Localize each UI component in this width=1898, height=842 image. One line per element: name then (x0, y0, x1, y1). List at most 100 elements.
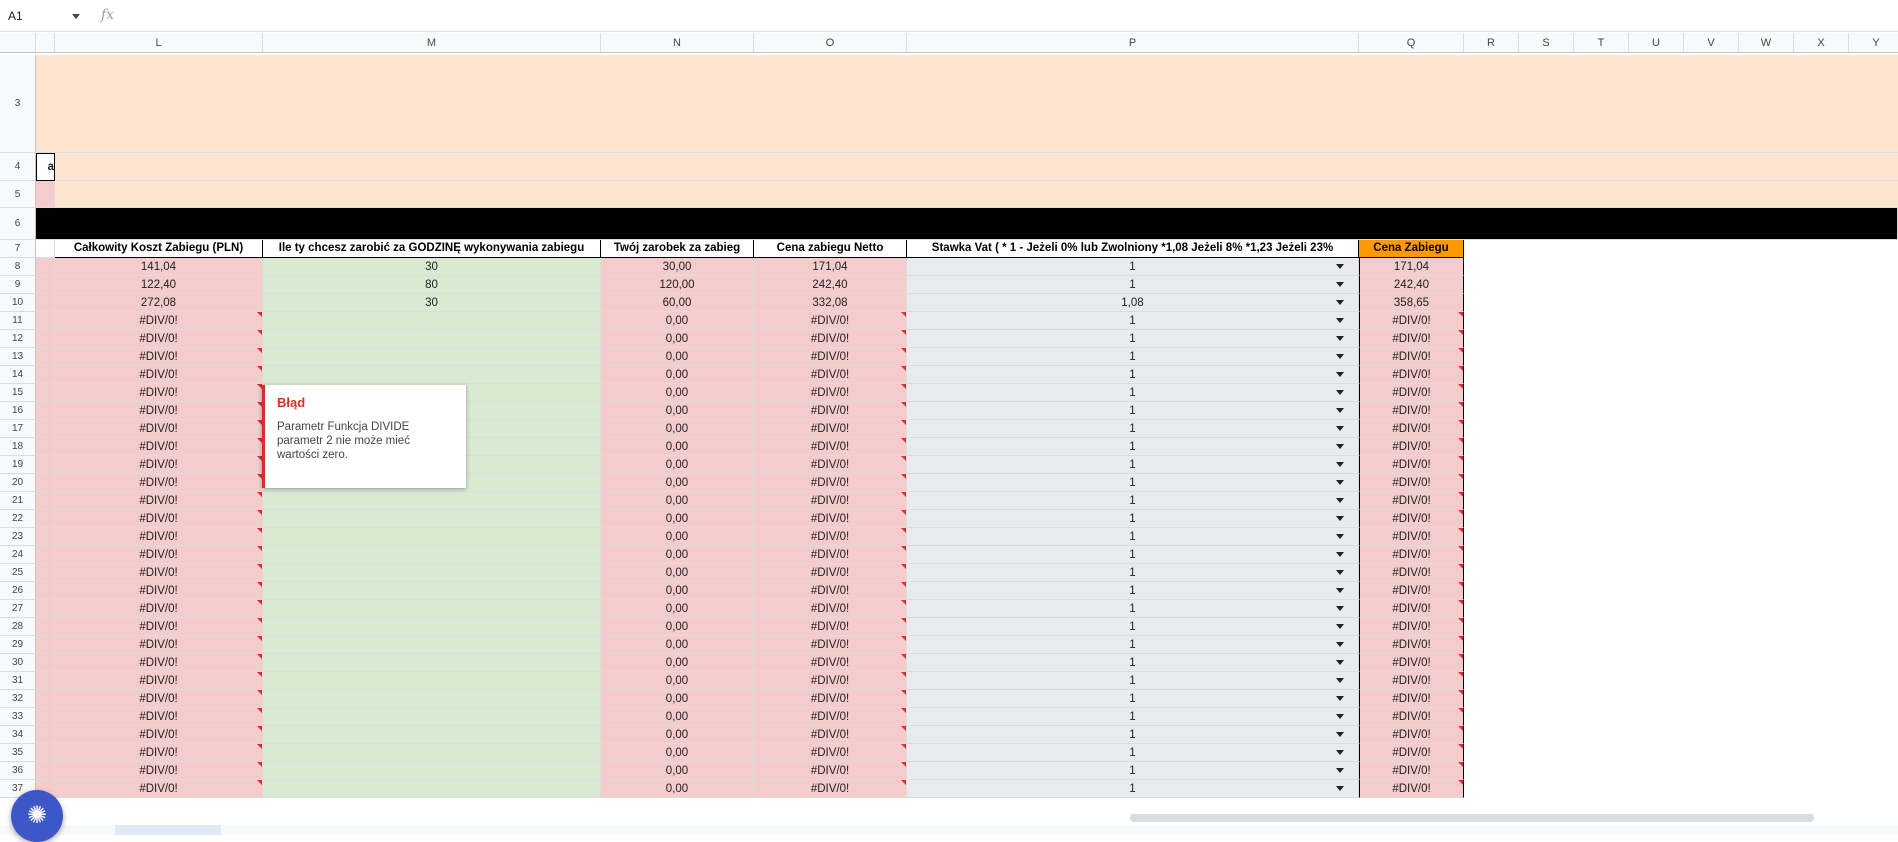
cell-O20[interactable]: #DIV/0! (754, 474, 907, 492)
cell-O9[interactable]: 242,40 (754, 276, 907, 294)
cell-P25[interactable]: 1 (907, 564, 1359, 582)
column-header-W[interactable]: W (1739, 33, 1794, 53)
row-7-column-K-cell[interactable] (36, 240, 55, 258)
row-header-30[interactable]: 30 (0, 654, 36, 672)
cell-Q27[interactable]: #DIV/0! (1359, 600, 1464, 618)
cell-O17[interactable]: #DIV/0! (754, 420, 907, 438)
dropdown-arrow-icon[interactable] (1336, 408, 1344, 413)
cell-L26[interactable]: #DIV/0! (55, 582, 263, 600)
column-header-N[interactable]: N (601, 33, 754, 53)
row-34-column-K-cell[interactable] (36, 726, 55, 744)
cell-P24[interactable]: 1 (907, 546, 1359, 564)
cell-P16[interactable]: 1 (907, 402, 1359, 420)
cell-L23[interactable]: #DIV/0! (55, 528, 263, 546)
cell-N22[interactable]: 0,00 (601, 510, 754, 528)
cell-M29[interactable] (263, 636, 601, 654)
cell-Q19[interactable]: #DIV/0! (1359, 456, 1464, 474)
cell-N25[interactable]: 0,00 (601, 564, 754, 582)
cell-O21[interactable]: #DIV/0! (754, 492, 907, 510)
cell-N13[interactable]: 0,00 (601, 348, 754, 366)
cell-N36[interactable]: 0,00 (601, 762, 754, 780)
column-header-L[interactable]: L (55, 33, 263, 53)
cell-O14[interactable]: #DIV/0! (754, 366, 907, 384)
cell-Q26[interactable]: #DIV/0! (1359, 582, 1464, 600)
cell-N26[interactable]: 0,00 (601, 582, 754, 600)
row-8-column-K-cell[interactable] (36, 258, 55, 276)
cell-L32[interactable]: #DIV/0! (55, 690, 263, 708)
cell-P36[interactable]: 1 (907, 762, 1359, 780)
dropdown-arrow-icon[interactable] (1336, 264, 1344, 269)
cell-M35[interactable] (263, 744, 601, 762)
column-header-M[interactable]: M (263, 33, 601, 53)
dropdown-arrow-icon[interactable] (1336, 696, 1344, 701)
cell-L21[interactable]: #DIV/0! (55, 492, 263, 510)
cell-N10[interactable]: 60,00 (601, 294, 754, 312)
dropdown-arrow-icon[interactable] (1336, 372, 1344, 377)
row-header-15[interactable]: 15 (0, 384, 36, 402)
dropdown-arrow-icon[interactable] (1336, 426, 1344, 431)
row-17-column-K-cell[interactable] (36, 420, 55, 438)
header-m[interactable]: Ile ty chcesz zarobić za GODZINĘ wykonyw… (263, 240, 601, 258)
row-20-column-K-cell[interactable] (36, 474, 55, 492)
cell-Q24[interactable]: #DIV/0! (1359, 546, 1464, 564)
cell-P17[interactable]: 1 (907, 420, 1359, 438)
cell-L22[interactable]: #DIV/0! (55, 510, 263, 528)
cell-N11[interactable]: 0,00 (601, 312, 754, 330)
row-header-13[interactable]: 13 (0, 348, 36, 366)
cell-O12[interactable]: #DIV/0! (754, 330, 907, 348)
column-header-V[interactable]: V (1684, 33, 1739, 53)
dropdown-arrow-icon[interactable] (1336, 480, 1344, 485)
row-27-column-K-cell[interactable] (36, 600, 55, 618)
header-p[interactable]: Stawka Vat ( * 1 - Jeżeli 0% lub Zwolnio… (907, 240, 1359, 258)
cell-N23[interactable]: 0,00 (601, 528, 754, 546)
cell-P31[interactable]: 1 (907, 672, 1359, 690)
cell-Q12[interactable]: #DIV/0! (1359, 330, 1464, 348)
row-header-32[interactable]: 32 (0, 690, 36, 708)
cell-O19[interactable]: #DIV/0! (754, 456, 907, 474)
cell-N32[interactable]: 0,00 (601, 690, 754, 708)
row-header-23[interactable]: 23 (0, 528, 36, 546)
cell-Q37[interactable]: #DIV/0! (1359, 780, 1464, 798)
row-33-column-K-cell[interactable] (36, 708, 55, 726)
cell-N8[interactable]: 30,00 (601, 258, 754, 276)
dropdown-arrow-icon[interactable] (1336, 462, 1344, 467)
dropdown-arrow-icon[interactable] (1336, 516, 1344, 521)
dropdown-arrow-icon[interactable] (1336, 498, 1344, 503)
cell-M8[interactable]: 30 (263, 258, 601, 276)
cell-O37[interactable]: #DIV/0! (754, 780, 907, 798)
header-l[interactable]: Całkowity Koszt Zabiegu (PLN) (55, 240, 263, 258)
row-header-24[interactable]: 24 (0, 546, 36, 564)
cell-L35[interactable]: #DIV/0! (55, 744, 263, 762)
cell-M37[interactable] (263, 780, 601, 798)
dropdown-arrow-icon[interactable] (1336, 786, 1344, 791)
dropdown-arrow-icon[interactable] (1336, 552, 1344, 557)
row-header-17[interactable]: 17 (0, 420, 36, 438)
cell-P34[interactable]: 1 (907, 726, 1359, 744)
cell-N19[interactable]: 0,00 (601, 456, 754, 474)
cell-O28[interactable]: #DIV/0! (754, 618, 907, 636)
cell-N31[interactable]: 0,00 (601, 672, 754, 690)
dropdown-arrow-icon[interactable] (1336, 570, 1344, 575)
cell-L37[interactable]: #DIV/0! (55, 780, 263, 798)
cell-P11[interactable]: 1 (907, 312, 1359, 330)
cell-M11[interactable] (263, 312, 601, 330)
cell-P32[interactable]: 1 (907, 690, 1359, 708)
cell-Q9[interactable]: 242,40 (1359, 276, 1464, 294)
column-header-Y[interactable]: Y (1849, 33, 1898, 53)
select-all-corner[interactable] (0, 33, 36, 53)
dropdown-arrow-icon[interactable] (1336, 732, 1344, 737)
row-header-34[interactable]: 34 (0, 726, 36, 744)
cell-M28[interactable] (263, 618, 601, 636)
cell-Q32[interactable]: #DIV/0! (1359, 690, 1464, 708)
cell-L14[interactable]: #DIV/0! (55, 366, 263, 384)
dropdown-arrow-icon[interactable] (1336, 642, 1344, 647)
row-23-column-K-cell[interactable] (36, 528, 55, 546)
cell-P30[interactable]: 1 (907, 654, 1359, 672)
cell-N28[interactable]: 0,00 (601, 618, 754, 636)
cell-L15[interactable]: #DIV/0! (55, 384, 263, 402)
cell-M23[interactable] (263, 528, 601, 546)
cell-L19[interactable]: #DIV/0! (55, 456, 263, 474)
assistant-fab-button[interactable]: ✺ (11, 790, 63, 842)
cell-O26[interactable]: #DIV/0! (754, 582, 907, 600)
cell-P10[interactable]: 1,08 (907, 294, 1359, 312)
